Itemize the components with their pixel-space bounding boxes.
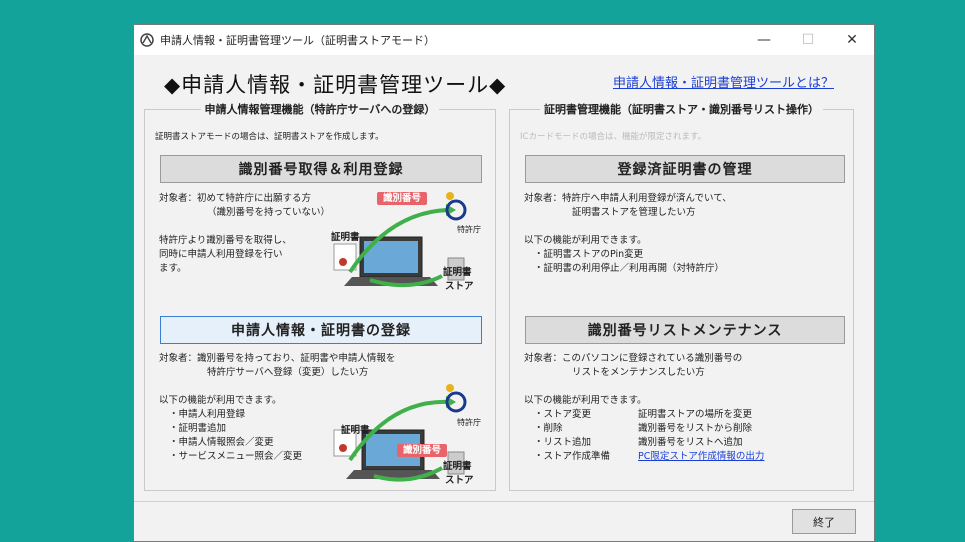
app-window: 申請人情報・証明書管理ツール（証明書ストアモード） — ☐ ✕ ◆申請人情報・証… [133,24,875,542]
feature-item: ・証明書追加 [169,423,227,434]
feature-item-desc: 証明書ストアの場所を変更 [638,409,753,420]
store-label: 証明書 [443,461,472,472]
certificate-management-panel: 証明書管理機能（証明書ストア・識別番号リスト操作） ICカードモードの場合は、機… [509,103,854,491]
id-number-registration-button[interactable]: 識別番号取得＆利用登録 [160,155,482,183]
pc-store-info-output-link[interactable]: PC限定ストア作成情報の出力 [638,450,764,463]
desktop-background-strip [875,24,965,542]
footer-divider [134,501,874,502]
feature-item-name: ・ストア作成準備 [534,451,611,462]
target-description: 対象者：このパソコンに登録されている識別番号の [524,353,743,364]
feature-item-name: ・削除 [534,423,563,434]
target-description: 対象者：特許庁へ申請人利用登録が済んでいて、 [524,193,732,204]
app-icon [139,32,155,48]
store-label: ストア [445,475,474,486]
target-description-sub: リストをメンテナンスしたい方 [572,367,705,378]
panel-note: 証明書ストアモードの場合は、証明書ストアを作成します。 [155,132,384,142]
feature-item: ・証明書の利用停止／利用再開（対特許庁） [534,263,725,274]
title-bar: 申請人情報・証明書管理ツール（証明書ストアモード） — ☐ ✕ [134,25,874,55]
window-controls: — ☐ ✕ [742,25,874,55]
features-intro: 以下の機能が利用できます。 [524,395,647,406]
feature-item-desc: 識別番号をリストへ追加 [638,437,743,448]
target-description-sub: 証明書ストアを管理したい方 [572,207,696,218]
feature-item: ・証明書ストアのPin変更 [534,249,644,260]
feature-description: ます。 [159,263,187,274]
store-label: ストア [445,281,474,292]
jpo-label: 特許庁 [457,418,481,427]
features-intro: 以下の機能が利用できます。 [524,235,647,246]
target-description-sub: 特許庁サーバへ登録（変更）したい方 [207,367,369,378]
applicant-cert-registration-button[interactable]: 申請人情報・証明書の登録 [160,316,482,344]
feature-item: ・サービスメニュー照会／変更 [169,451,303,462]
maximize-button[interactable]: ☐ [786,25,830,55]
certificate-label: 証明書 [341,425,370,436]
feature-item: ・申請人利用登録 [169,409,246,420]
target-description-sub: （識別番号を持っていない） [207,207,331,218]
feature-description: 同時に申請人利用登録を行い [159,249,283,260]
feature-description: 特許庁より識別番号を取得し、 [159,235,292,246]
applicant-info-panel: 申請人情報管理機能（特許庁サーバへの登録） 証明書ストアモードの場合は、証明書ス… [144,103,496,491]
feature-item-name: ・リスト追加 [534,437,592,448]
window-title: 申請人情報・証明書管理ツール（証明書ストアモード） [160,34,435,47]
close-window-button[interactable]: ✕ [830,25,874,55]
panel-title: 証明書管理機能（証明書ストア・識別番号リスト操作） [510,101,853,117]
target-description: 対象者：初めて特許庁に出願する方 [159,193,312,204]
id-number-label: 識別番号 [397,444,448,457]
registered-cert-management-button[interactable]: 登録済証明書の管理 [525,155,845,183]
minimize-button[interactable]: — [742,25,786,55]
panel-note: ICカードモードの場合は、機能が限定されます。 [520,132,707,142]
store-label: 証明書 [443,267,472,278]
jpo-label: 特許庁 [457,225,481,234]
help-link[interactable]: 申請人情報・証明書管理ツールとは？ [613,72,834,91]
target-description: 対象者：識別番号を持っており、証明書や申請人情報を [159,353,396,364]
exit-button[interactable]: 終了 [792,509,856,534]
applicant-panel-title: 申請人情報管理機能（特許庁サーバへの登録） [200,103,440,116]
id-number-label: 識別番号 [377,192,428,205]
panel-title: 申請人情報管理機能（特許庁サーバへの登録） [145,101,495,117]
id-list-maintenance-button[interactable]: 識別番号リストメンテナンス [525,316,845,344]
feature-item-desc: 識別番号をリストから削除 [638,423,753,434]
feature-item: ・申請人情報照会／変更 [169,437,274,448]
features-intro: 以下の機能が利用できます。 [159,395,282,406]
certificate-panel-title: 証明書管理機能（証明書ストア・識別番号リスト操作） [540,103,823,116]
certificate-label: 証明書 [331,232,360,243]
page-title: ◆申請人情報・証明書管理ツール◆ [164,73,507,97]
feature-item-name: ・ストア変更 [534,409,592,420]
